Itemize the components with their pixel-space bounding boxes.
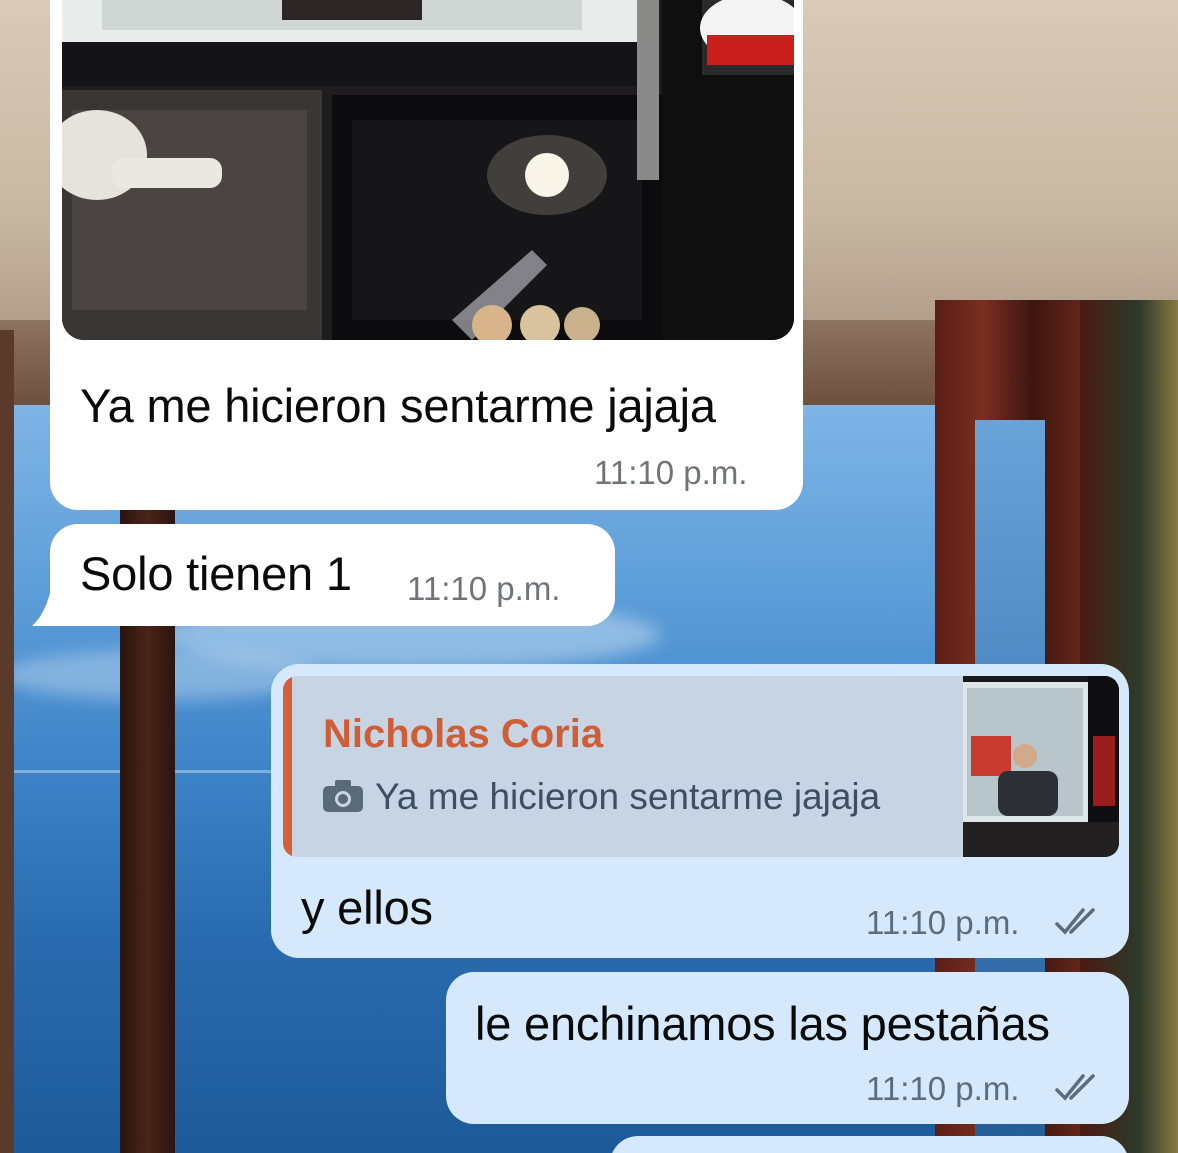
double-check-icon [1055,1074,1095,1101]
reply-preview-text: Ya me hicieron sentarme jajaja [375,776,881,817]
incoming-photo-message[interactable]: Ya me hicieron sentarme jajaja 11:10 p.m… [50,0,803,510]
photo-image [62,0,794,340]
message-time: 11:10 p.m. [594,454,748,491]
reply-sender-name: Nicholas Coria [323,712,604,756]
message-photo[interactable] [62,0,794,340]
outgoing-text-message[interactable]: le enchinamos las pestañas 11:10 p.m. [446,972,1129,1124]
outgoing-message-partial[interactable] [610,1136,1129,1153]
reply-quote[interactable]: Nicholas Coria Ya me hicieron sentarme j… [283,676,1119,857]
chat-screen: Ya me hicieron sentarme jajaja 11:10 p.m… [0,0,1178,1153]
camera-icon [323,780,363,812]
message-text: le enchinamos las pestañas [475,997,1050,1050]
message-text: Ya me hicieron sentarme jajaja [80,379,716,432]
message-time: 11:10 p.m. [866,904,1020,941]
message-time: 11:10 p.m. [407,570,561,607]
double-check-icon [1055,908,1095,935]
message-text: y ellos [301,881,433,934]
message-time: 11:10 p.m. [866,1070,1020,1107]
reply-photo-thumbnail [963,676,1119,857]
incoming-text-message[interactable]: Solo tienen 1 11:10 p.m. [50,524,615,626]
message-text: Solo tienen 1 [80,547,352,600]
reply-accent-bar [283,676,292,857]
wallpaper-frame [0,330,14,1153]
